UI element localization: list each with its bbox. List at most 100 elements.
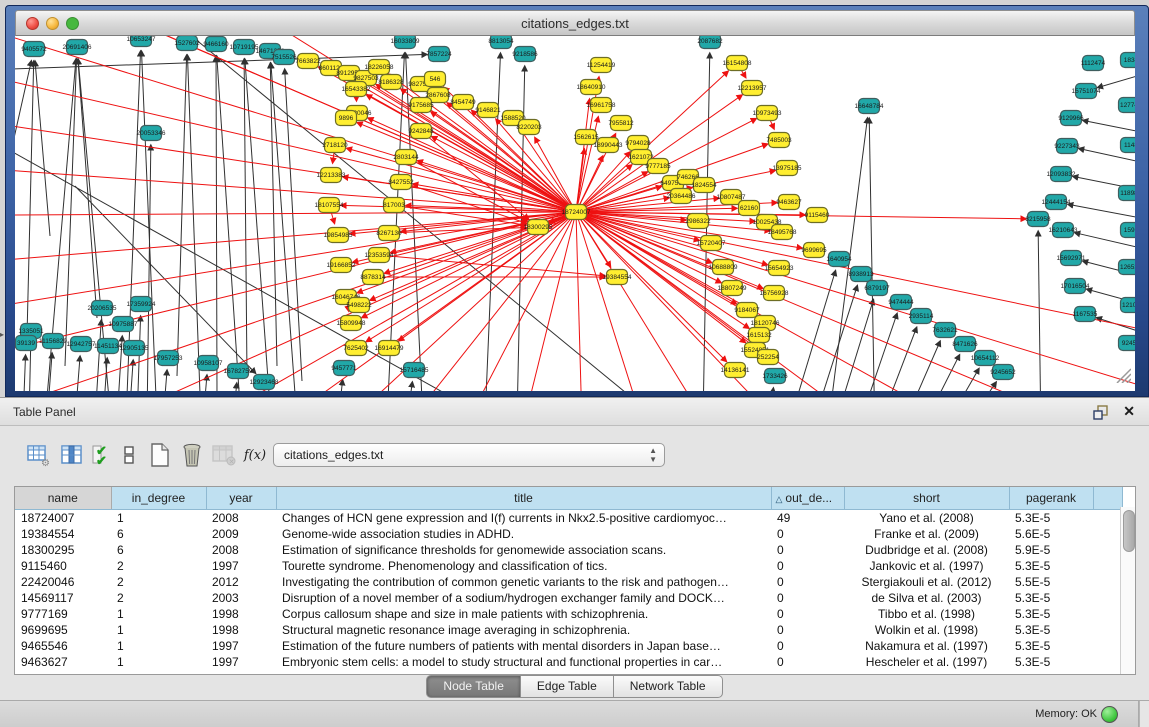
network-node-yellow[interactable]: 9777185: [645, 159, 671, 174]
table-cell[interactable]: Dudbridge et al. (2008): [844, 542, 1009, 558]
network-node-teal[interactable]: 17957253: [154, 351, 183, 366]
network-node-yellow[interactable]: 19166852: [327, 258, 356, 273]
table-cell[interactable]: Disruption of a novel member of a sodium…: [276, 590, 771, 606]
table-selector-dropdown[interactable]: citations_edges.txt ▲▼: [273, 443, 665, 467]
network-node-yellow[interactable]: 817003: [383, 198, 405, 213]
network-node-teal[interactable]: 16782759: [224, 364, 253, 379]
column-header-in_degree[interactable]: in_degree: [111, 487, 206, 510]
network-node-teal[interactable]: 1592: [1121, 223, 1136, 238]
network-node-yellow[interactable]: 5498222: [346, 298, 372, 313]
citation-edge-red[interactable]: [495, 220, 574, 391]
table-cell[interactable]: 2009: [206, 526, 276, 542]
network-node-teal[interactable]: 1112474: [1081, 56, 1106, 71]
table-cell[interactable]: 5.3E-5: [1009, 638, 1093, 654]
network-node-teal[interactable]: 10719195: [230, 40, 259, 55]
column-header-out_de[interactable]: △out_de...: [771, 487, 844, 510]
network-node-teal[interactable]: 20691406: [63, 40, 92, 55]
table-cell[interactable]: Yano et al. (2008): [844, 510, 1009, 527]
network-node-teal[interactable]: 15716485: [400, 363, 429, 378]
network-node-teal[interactable]: 11156829: [39, 334, 67, 349]
network-node-yellow[interactable]: 9463627: [776, 195, 802, 210]
network-node-yellow[interactable]: 16756928: [760, 286, 789, 301]
close-panel-icon[interactable]: ✕: [1123, 403, 1135, 420]
citation-edge-black[interactable]: [901, 341, 940, 391]
table-settings-icon[interactable]: ⚙: [23, 440, 53, 470]
citation-edge-red[interactable]: [333, 153, 334, 163]
network-node-teal[interactable]: 12444154: [1042, 195, 1071, 210]
citation-edge-red[interactable]: [576, 220, 585, 391]
table-cell[interactable]: Stergiakouli et al. (2012): [844, 574, 1009, 590]
network-node-yellow[interactable]: 10973493: [753, 106, 782, 121]
network-node-yellow[interactable]: 16914479: [375, 341, 404, 356]
network-node-yellow[interactable]: 9184067: [734, 303, 760, 318]
network-node-yellow[interactable]: 7663822: [295, 54, 321, 69]
network-node-yellow[interactable]: 8267130: [376, 226, 402, 241]
table-cell[interactable]: 22420046: [15, 574, 111, 590]
table-cell[interactable]: 5.9E-5: [1009, 542, 1093, 558]
network-node-teal[interactable]: 12923468: [250, 375, 279, 390]
column-header-name[interactable]: name: [15, 487, 111, 510]
network-node-teal[interactable]: 16033809: [391, 36, 420, 49]
table-cell[interactable]: 1998: [206, 606, 276, 622]
network-node-yellow[interactable]: 9794028: [625, 136, 651, 151]
network-node-teal[interactable]: 20053346: [137, 126, 166, 141]
table-cell[interactable]: 1: [111, 622, 206, 638]
network-node-yellow[interactable]: 8186328: [378, 75, 404, 90]
network-node-yellow[interactable]: 7485003: [766, 133, 792, 148]
column-header-title[interactable]: title: [276, 487, 771, 510]
table-row[interactable]: 946554611997Estimation of the future num…: [15, 638, 1122, 654]
citation-edge-black[interactable]: [1068, 204, 1135, 218]
table-cell[interactable]: 5.3E-5: [1009, 606, 1093, 622]
citation-edge-red[interactable]: [331, 213, 334, 224]
table-cell[interactable]: 5.3E-5: [1009, 590, 1093, 606]
network-node-yellow[interactable]: 7625402: [343, 341, 369, 356]
network-node-yellow[interactable]: 62160: [739, 201, 760, 216]
network-node-yellow[interactable]: 9896: [336, 111, 357, 126]
table-cell[interactable]: 9699695: [15, 622, 111, 638]
network-node-yellow[interactable]: 2718120: [322, 138, 348, 153]
citation-edge-black[interactable]: [787, 270, 836, 391]
network-node-yellow[interactable]: 10688809: [709, 260, 738, 275]
network-node-teal[interactable]: 10975887: [109, 317, 138, 332]
table-cell[interactable]: Tibbo et al. (1998): [844, 606, 1009, 622]
network-node-teal[interactable]: 1834: [1121, 53, 1136, 68]
network-svg[interactable]: 1872400718300295766382286011238912954982…: [15, 36, 1135, 391]
table-cell[interactable]: Tourette syndrome. Phenomenology and cla…: [276, 558, 771, 574]
table-cell[interactable]: 0: [771, 606, 844, 622]
table-cell[interactable]: Nakamura et al. (1997): [844, 638, 1009, 654]
citation-edge-black[interactable]: [23, 355, 26, 391]
network-node-teal[interactable]: 9245: [1119, 336, 1136, 351]
table-cell[interactable]: 5.3E-5: [1009, 622, 1093, 638]
network-node-teal[interactable]: 16648784: [855, 99, 884, 114]
citation-edge-black[interactable]: [217, 56, 241, 391]
network-node-teal[interactable]: 9218586: [512, 47, 538, 62]
network-node-yellow[interactable]: 15654923: [765, 261, 794, 276]
network-node-teal[interactable]: 11451134: [94, 339, 122, 354]
table-cell[interactable]: 2: [111, 558, 206, 574]
table-cell[interactable]: de Silva et al. (2003): [844, 590, 1009, 606]
citation-edge-black[interactable]: [244, 59, 247, 376]
table-cell[interactable]: Structural magnetic resonance image aver…: [276, 622, 771, 638]
table-scrollbar-thumb[interactable]: [1123, 510, 1135, 552]
table-cell[interactable]: 0: [771, 526, 844, 542]
network-node-teal[interactable]: 10653247: [127, 36, 156, 47]
network-node-teal[interactable]: 1167535: [1073, 307, 1098, 322]
citation-edge-black[interactable]: [407, 382, 412, 391]
citation-edge-red[interactable]: [341, 74, 569, 208]
panel-expander-icon[interactable]: ▸: [0, 330, 4, 339]
network-node-yellow[interactable]: 18226058: [365, 60, 394, 75]
citation-edge-black[interactable]: [1083, 120, 1135, 132]
network-node-teal[interactable]: 8471626: [952, 337, 978, 352]
network-node-teal[interactable]: 15692971: [1057, 251, 1086, 266]
network-node-yellow[interactable]: 15809948: [337, 316, 366, 331]
citation-edge-red[interactable]: [584, 214, 1135, 391]
tab-network-table[interactable]: Network Table: [614, 675, 723, 698]
table-cell[interactable]: 19384554: [15, 526, 111, 542]
network-node-yellow[interactable]: 16961758: [587, 98, 616, 113]
network-node-teal[interactable]: 9227343: [1054, 139, 1080, 154]
table-cell[interactable]: 2: [111, 574, 206, 590]
table-row[interactable]: 1938455462009Genome-wide association stu…: [15, 526, 1122, 542]
network-node-yellow[interactable]: 14136141: [721, 363, 750, 378]
citation-edge-black[interactable]: [1098, 76, 1135, 88]
network-node-yellow[interactable]: 12213957: [738, 81, 767, 96]
